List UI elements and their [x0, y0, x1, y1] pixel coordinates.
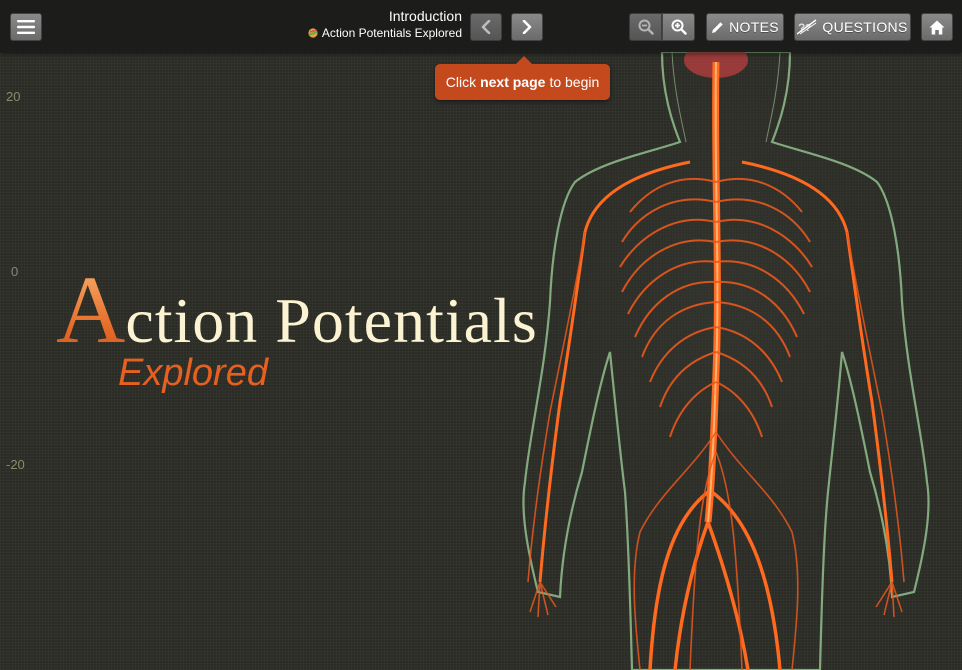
axis-label-middle: 0: [11, 264, 19, 279]
hero-title-initial: A: [56, 256, 126, 363]
module-title: Action Potentials Explored: [321, 26, 462, 40]
tooltip-prefix: Click: [445, 74, 477, 90]
zoom-out-button[interactable]: [629, 13, 662, 41]
previous-page-button[interactable]: [470, 13, 502, 41]
zoom-in-button[interactable]: [662, 13, 695, 41]
axis-label-bottom: -20: [6, 457, 25, 472]
tooltip-suffix: to begin: [549, 74, 600, 90]
next-page-tooltip: Click next page to begin: [435, 56, 610, 100]
home-icon: [929, 20, 945, 34]
zoom-out-icon: [638, 19, 654, 35]
next-page-button[interactable]: [511, 13, 543, 41]
tooltip-bold-text: next page: [480, 74, 546, 90]
toolbar: Introduction Action Potentials Explored: [0, 0, 962, 52]
home-button[interactable]: [921, 13, 953, 41]
hero-title: A ction Potentials Explored: [56, 262, 538, 395]
nervous-system-illustration: [522, 52, 930, 670]
pencil-icon: [712, 21, 723, 33]
questions-label: QUESTIONS: [822, 19, 908, 35]
section-title: Introduction: [388, 8, 462, 24]
chevron-left-icon: [481, 20, 491, 34]
module-logo-icon: [308, 28, 318, 38]
questions-button[interactable]: ? ? QUESTIONS: [794, 13, 911, 41]
hamburger-menu-icon: [17, 20, 35, 34]
module-line: Action Potentials Explored: [308, 26, 462, 40]
chevron-right-icon: [522, 20, 532, 34]
hero-subtitle: Explored: [118, 352, 268, 394]
menu-button[interactable]: [10, 13, 42, 41]
axis-label-top: 20: [6, 89, 21, 104]
notes-button[interactable]: NOTES: [706, 13, 784, 41]
notes-label: NOTES: [729, 19, 779, 35]
hero-title-text: ction Potentials: [125, 285, 538, 356]
zoom-in-icon: [671, 19, 687, 35]
hero-title-line: A ction Potentials: [56, 262, 538, 358]
questions-icon: ? ?: [797, 19, 817, 35]
page-title-block: Introduction Action Potentials Explored: [308, 8, 462, 40]
